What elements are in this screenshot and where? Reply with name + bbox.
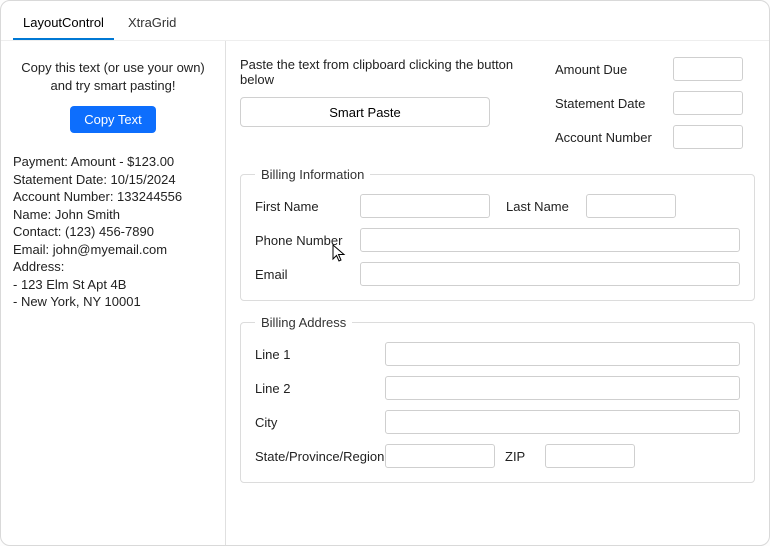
city-input[interactable] [385,410,740,434]
address-line1-input[interactable] [385,342,740,366]
first-name-label: First Name [255,199,350,214]
phone-label: Phone Number [255,233,350,248]
copy-text-button[interactable]: Copy Text [70,106,156,133]
account-number-input[interactable] [673,125,743,149]
summary-fields: Amount Due Statement Date Account Number [555,57,755,149]
amount-due-input[interactable] [673,57,743,81]
top-row: Paste the text from clipboard clicking t… [240,57,755,149]
right-panel: Paste the text from clipboard clicking t… [226,41,769,545]
billing-address-legend: Billing Address [255,315,352,330]
paste-area: Paste the text from clipboard clicking t… [240,57,537,149]
content-area: Copy this text (or use your own) and try… [1,40,769,545]
statement-date-label: Statement Date [555,96,665,111]
billing-information-legend: Billing Information [255,167,370,182]
tab-xtragrid[interactable]: XtraGrid [118,9,186,40]
clipboard-preview: Payment: Amount - $123.00 Statement Date… [13,153,213,311]
last-name-label: Last Name [506,199,576,214]
smart-paste-button[interactable]: Smart Paste [240,97,490,127]
city-label: City [255,415,375,430]
state-input[interactable] [385,444,495,468]
email-input[interactable] [360,262,740,286]
first-name-input[interactable] [360,194,490,218]
tab-strip: LayoutControl XtraGrid [1,1,769,40]
intro-text: Copy this text (or use your own) and try… [13,59,213,94]
billing-information-group: Billing Information First Name Last Name… [240,167,755,301]
state-label: State/Province/Region [255,449,375,464]
last-name-input[interactable] [586,194,676,218]
account-number-label: Account Number [555,130,665,145]
app-window: LayoutControl XtraGrid Copy this text (o… [0,0,770,546]
left-panel: Copy this text (or use your own) and try… [1,41,226,545]
zip-label: ZIP [505,449,535,464]
statement-date-input[interactable] [673,91,743,115]
zip-input[interactable] [545,444,635,468]
email-label: Email [255,267,350,282]
phone-input[interactable] [360,228,740,252]
amount-due-label: Amount Due [555,62,665,77]
paste-hint: Paste the text from clipboard clicking t… [240,57,537,87]
address-line1-label: Line 1 [255,347,375,362]
billing-address-group: Billing Address Line 1 Line 2 City [240,315,755,483]
tab-layoutcontrol[interactable]: LayoutControl [13,9,114,40]
address-line2-input[interactable] [385,376,740,400]
address-line2-label: Line 2 [255,381,375,396]
